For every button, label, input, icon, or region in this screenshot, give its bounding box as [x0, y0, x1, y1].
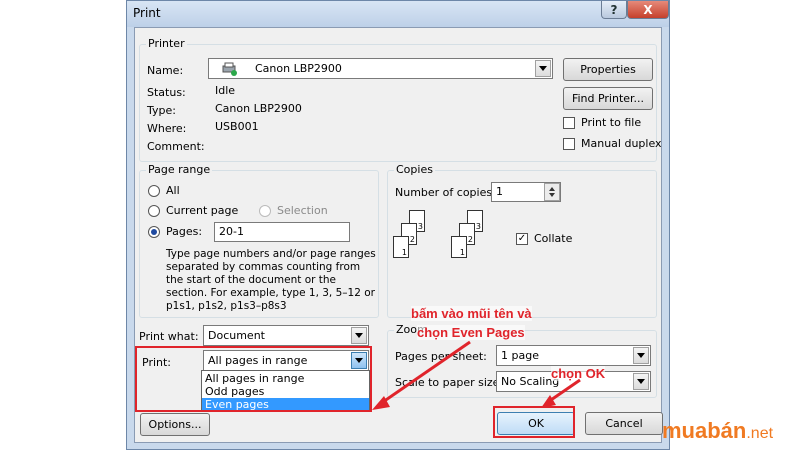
annotation-arrows — [372, 340, 581, 410]
brand-name: muabán — [662, 418, 747, 443]
brand-logo: muabán.net — [662, 418, 773, 444]
arrow-to-ok — [547, 378, 581, 404]
brand-suffix: .net — [746, 425, 774, 442]
arrow-to-dropdown — [379, 340, 471, 406]
